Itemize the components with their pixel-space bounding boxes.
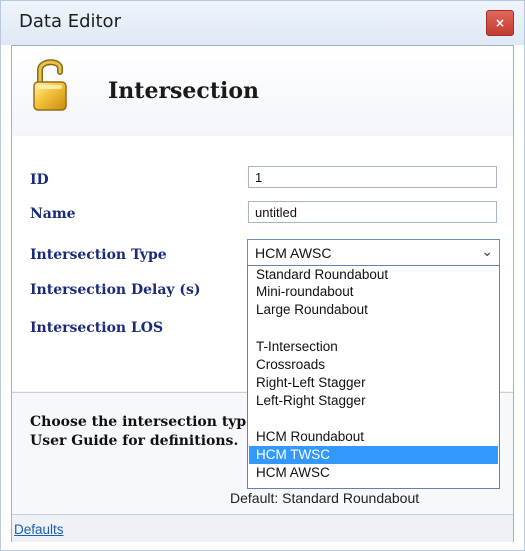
intersection-los-label: Intersection LOS	[30, 320, 164, 336]
intersection-type-value: HCM AWSC	[255, 245, 332, 261]
option-left-right-stagger[interactable]: Left-Right Stagger	[249, 392, 498, 410]
description-line-1: Choose the intersection type. See the	[30, 414, 270, 430]
footer-bar: Defaults	[12, 514, 513, 542]
option-hcm-awsc[interactable]: HCM AWSC	[249, 464, 498, 482]
option-separator	[249, 410, 498, 428]
intersection-delay-label: Intersection Delay (s)	[30, 282, 201, 298]
page-title: Intersection	[108, 78, 260, 104]
name-label: Name	[30, 206, 76, 222]
option-hcm-roundabout[interactable]: HCM Roundabout	[249, 428, 498, 446]
chevron-down-icon[interactable]: ⌄	[481, 244, 493, 260]
title-bar[interactable]: Data Editor ×	[1, 1, 524, 45]
name-field[interactable]: untitled	[248, 201, 497, 223]
close-icon: ×	[494, 16, 506, 30]
option-standard-roundabout[interactable]: Standard Roundabout	[249, 266, 498, 284]
defaults-link[interactable]: Defaults	[14, 522, 64, 537]
close-button[interactable]: ×	[486, 10, 514, 36]
data-editor-window: Data Editor × Intersection ID 1 Name unt…	[0, 0, 525, 551]
description-line-2: User Guide for definitions.	[30, 433, 239, 449]
padlock-unlocked-icon	[33, 59, 67, 111]
properties-form: ID 1 Name untitled Intersection Type HCM…	[12, 136, 513, 489]
header-panel: Intersection	[12, 46, 513, 137]
option-right-left-stagger[interactable]: Right-Left Stagger	[249, 374, 498, 392]
option-crossroads[interactable]: Crossroads	[249, 356, 498, 374]
default-value-text: Default: Standard Roundabout	[230, 490, 420, 506]
option-separator	[249, 320, 498, 338]
intersection-type-dropdown[interactable]: Standard Roundabout Mini-roundabout Larg…	[247, 265, 500, 489]
description-text: Choose the intersection type. See the Us…	[30, 413, 270, 451]
id-field[interactable]: 1	[248, 166, 497, 188]
editor-panel: Intersection ID 1 Name untitled Intersec…	[11, 45, 514, 542]
intersection-type-label: Intersection Type	[30, 247, 167, 263]
option-hcm-twsc[interactable]: HCM TWSC	[249, 446, 498, 464]
option-mini-roundabout[interactable]: Mini-roundabout	[249, 283, 498, 301]
option-t-intersection[interactable]: T-Intersection	[249, 338, 498, 356]
option-large-roundabout[interactable]: Large Roundabout	[249, 301, 498, 319]
intersection-type-select[interactable]: HCM AWSC ⌄	[247, 239, 500, 266]
id-label: ID	[30, 172, 49, 188]
window-title: Data Editor	[19, 11, 121, 32]
